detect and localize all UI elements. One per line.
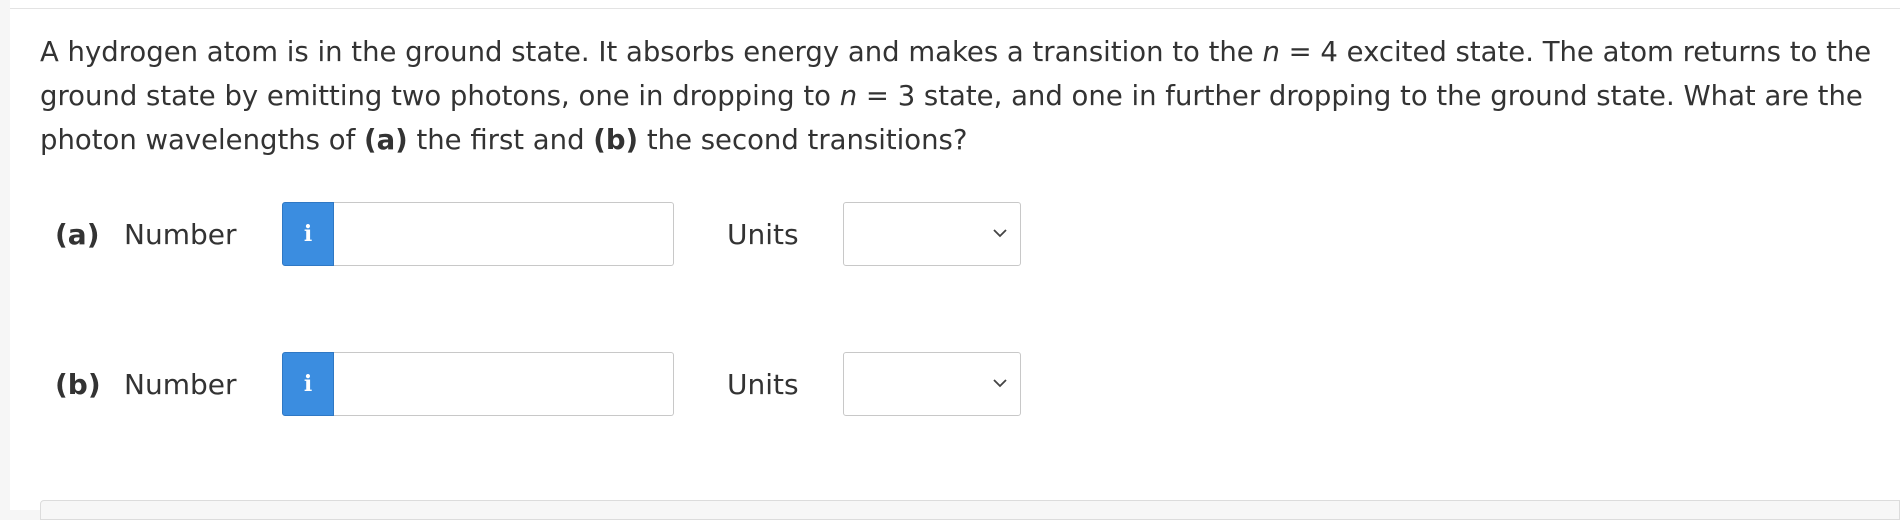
chevron-down-icon <box>993 379 1007 388</box>
part-a-label: (a) <box>55 218 100 251</box>
question-segment-variable: n <box>1262 36 1280 68</box>
chevron-down-icon <box>993 229 1007 238</box>
part-a-units-label: Units <box>727 218 799 251</box>
question-segment-part-b: (b) <box>593 124 639 156</box>
part-b-label: (b) <box>55 368 101 401</box>
part-a-number-label: Number <box>124 218 237 251</box>
part-b-units-label: Units <box>727 368 799 401</box>
part-b-units-select[interactable] <box>843 352 1021 416</box>
top-divider <box>10 8 1900 9</box>
question-segment: the second transitions? <box>638 124 968 156</box>
part-b-number-label: Number <box>124 368 237 401</box>
question-segment: the first and <box>407 124 594 156</box>
question-segment: A hydrogen atom is in the ground state. … <box>40 36 1263 68</box>
question-text: A hydrogen atom is in the ground state. … <box>40 30 1885 162</box>
answer-row-a: (a) Number i Units <box>55 202 1055 268</box>
question-segment-variable: n <box>839 80 858 112</box>
part-a-info-icon[interactable]: i <box>282 202 334 266</box>
part-a-number-input[interactable] <box>334 202 674 266</box>
part-a-units-select[interactable] <box>843 202 1021 266</box>
answer-row-b: (b) Number i Units <box>55 352 1055 418</box>
part-b-info-icon[interactable]: i <box>282 352 334 416</box>
part-b-number-input[interactable] <box>334 352 674 416</box>
question-segment-part-a: (a) <box>364 124 408 156</box>
next-section-panel <box>40 500 1900 520</box>
question-page: A hydrogen atom is in the ground state. … <box>10 0 1900 520</box>
